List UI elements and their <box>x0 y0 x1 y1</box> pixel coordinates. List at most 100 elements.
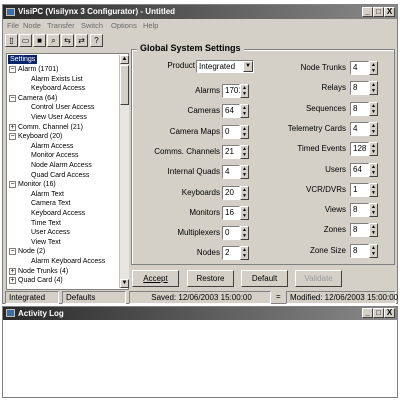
transfer-icon[interactable]: ⇆ <box>61 34 74 47</box>
spin-arrows-icon[interactable]: ▲ ▼ <box>369 142 378 157</box>
menu-help[interactable]: Help <box>143 21 158 30</box>
accept-button[interactable]: Accept <box>132 270 179 287</box>
tree-node[interactable]: Node Trunks (4) <box>18 267 68 276</box>
sequences-value[interactable]: 8 <box>350 101 369 116</box>
zone-size-value[interactable]: 8 <box>350 243 369 258</box>
activity-log-content[interactable] <box>3 320 397 397</box>
tree-node[interactable]: Keyboard (20) <box>18 132 62 141</box>
nodes-spinner[interactable]: 2 ▲ ▼ <box>222 246 249 261</box>
collapse-icon[interactable]: − <box>9 181 16 189</box>
zones-value[interactable]: 8 <box>350 223 369 238</box>
monitors-spinner[interactable]: 16 ▲ ▼ <box>222 205 249 220</box>
tree-leaf[interactable]: Node Alarm Access <box>31 161 92 170</box>
spin-arrows-icon[interactable]: ▲ ▼ <box>369 101 378 116</box>
node-trunks-spinner[interactable]: 4 ▲ ▼ <box>350 61 378 75</box>
monitors-value[interactable]: 16 <box>222 205 240 220</box>
telemetry-cards-spinner[interactable]: 4 ▲ ▼ <box>350 121 378 136</box>
comms-channels-value[interactable]: 21 <box>222 144 240 159</box>
sequences-spinner[interactable]: 8 ▲ ▼ <box>350 101 378 116</box>
spin-arrows-icon[interactable]: ▲ ▼ <box>369 121 378 136</box>
activity-minimize-button[interactable]: _ <box>362 308 373 318</box>
relays-value[interactable]: 8 <box>350 81 369 96</box>
nodes-value[interactable]: 2 <box>222 246 240 261</box>
internal-quads-spinner[interactable]: 4 ▲ ▼ <box>222 165 249 180</box>
activity-maximize-button[interactable]: □ <box>373 308 384 318</box>
tree-leaf[interactable]: Keyboard Access <box>31 209 85 218</box>
tree-leaf[interactable]: Control User Access <box>31 103 94 112</box>
scroll-down-icon[interactable]: ▼ <box>120 279 129 288</box>
minimize-button[interactable]: _ <box>362 7 373 17</box>
menu-switch[interactable]: Switch <box>81 21 103 30</box>
internal-quads-value[interactable]: 4 <box>222 165 240 180</box>
scroll-up-icon[interactable]: ▲ <box>120 55 129 64</box>
save-icon[interactable]: ■ <box>33 34 46 47</box>
tree-leaf[interactable]: Monitor Access <box>31 151 78 160</box>
spin-arrows-icon[interactable]: ▲ ▼ <box>240 205 249 220</box>
tree-leaf[interactable]: Camera Text <box>31 199 71 208</box>
zones-spinner[interactable]: 8 ▲ ▼ <box>350 223 378 238</box>
menu-options[interactable]: Options <box>111 21 137 30</box>
timed-events-value[interactable]: 128 <box>350 142 369 157</box>
tree-root-settings[interactable]: Settings <box>8 55 38 64</box>
tree-node[interactable]: Camera (64) <box>18 94 57 103</box>
tree-leaf[interactable]: Alarm Keyboard Access <box>31 257 105 266</box>
cameras-spinner[interactable]: 64 ▲ ▼ <box>222 104 249 119</box>
collapse-icon[interactable]: − <box>9 248 16 256</box>
tree-leaf[interactable]: Time Text <box>31 219 61 228</box>
product-select[interactable]: Integrated ▼ <box>196 60 254 73</box>
collapse-icon[interactable]: − <box>9 94 16 102</box>
vcr-dvrs-value[interactable]: 1 <box>350 182 369 197</box>
alarms-spinner[interactable]: 1701 ▲ ▼ <box>222 84 249 98</box>
spin-arrows-icon[interactable]: ▲ ▼ <box>240 124 249 139</box>
tree-leaf[interactable]: Alarm Exists List <box>31 75 83 84</box>
settings-tree[interactable]: Settings − Alarm (1701) Alarm Exists List K… <box>6 53 129 290</box>
spin-arrows-icon[interactable]: ▲ ▼ <box>369 61 378 75</box>
tree-node[interactable]: Comm. Channel (21) <box>18 123 83 132</box>
open-icon[interactable]: ▭ <box>19 34 32 47</box>
tree-node[interactable]: Quad Card (4) <box>18 276 63 285</box>
spin-arrows-icon[interactable]: ▲ ▼ <box>369 81 378 96</box>
tree-node[interactable]: Node (2) <box>18 247 45 256</box>
chevron-down-icon[interactable]: ▼ <box>243 61 253 72</box>
scroll-thumb[interactable] <box>120 65 129 105</box>
spin-arrows-icon[interactable]: ▲ ▼ <box>240 226 249 241</box>
tree-leaf[interactable]: View User Access <box>31 113 87 122</box>
spin-arrows-icon[interactable]: ▲ ▼ <box>240 84 249 98</box>
spin-arrows-icon[interactable]: ▲ ▼ <box>369 182 378 197</box>
vcr-dvrs-spinner[interactable]: 1 ▲ ▼ <box>350 182 378 197</box>
spin-arrows-icon[interactable]: ▲ ▼ <box>369 243 378 258</box>
spin-arrows-icon[interactable]: ▲ ▼ <box>240 246 249 261</box>
collapse-icon[interactable]: − <box>9 133 16 141</box>
new-icon[interactable]: ▯ <box>5 34 18 47</box>
menu-file[interactable]: File <box>7 21 19 30</box>
expand-icon[interactable]: + <box>9 123 16 131</box>
spin-arrows-icon[interactable]: ▲ ▼ <box>369 223 378 238</box>
expand-icon[interactable]: + <box>9 267 16 275</box>
views-spinner[interactable]: 8 ▲ ▼ <box>350 203 378 218</box>
cameras-value[interactable]: 64 <box>222 104 240 119</box>
keyboards-value[interactable]: 20 <box>222 185 240 200</box>
tree-leaf[interactable]: Quad Card Access <box>31 171 89 180</box>
relays-spinner[interactable]: 8 ▲ ▼ <box>350 81 378 96</box>
restore-button[interactable]: Restore <box>187 270 234 287</box>
spin-arrows-icon[interactable]: ▲ ▼ <box>240 165 249 180</box>
collapse-icon[interactable]: − <box>9 66 16 73</box>
spin-arrows-icon[interactable]: ▲ ▼ <box>240 185 249 200</box>
tree-leaf[interactable]: Alarm Access <box>31 142 73 151</box>
validate-button[interactable]: Validate <box>295 270 342 287</box>
switch-icon[interactable]: ⇄ <box>75 34 88 47</box>
spin-arrows-icon[interactable]: ▲ ▼ <box>369 203 378 218</box>
keyboards-spinner[interactable]: 20 ▲ ▼ <box>222 185 249 200</box>
views-value[interactable]: 8 <box>350 203 369 218</box>
menu-node[interactable]: Node <box>23 21 41 30</box>
tree-node[interactable]: Alarm (1701) <box>18 65 58 74</box>
telemetry-cards-value[interactable]: 4 <box>350 121 369 136</box>
zone-size-spinner[interactable]: 8 ▲ ▼ <box>350 243 378 258</box>
users-spinner[interactable]: 64 ▲ ▼ <box>350 162 378 177</box>
node-trunks-value[interactable]: 4 <box>350 61 369 75</box>
title-bar[interactable]: VisiPC (Visilynx 3 Configurator) - Untit… <box>3 5 397 19</box>
tree-leaf[interactable]: View Text <box>31 238 61 247</box>
find-icon[interactable]: ⌕ <box>47 34 60 47</box>
close-button[interactable]: X <box>384 7 395 17</box>
tree-node[interactable]: Monitor (16) <box>18 180 56 189</box>
